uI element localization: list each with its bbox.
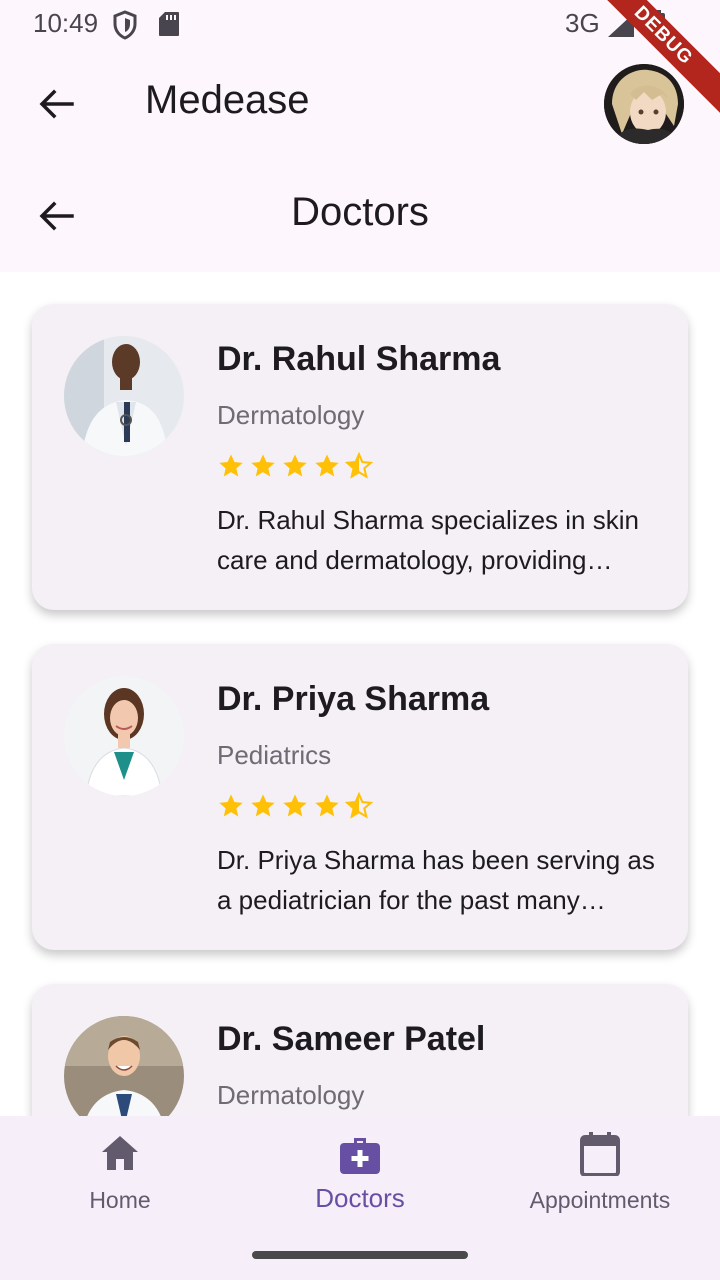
star-icon	[283, 454, 307, 477]
doctor-description: Dr. Rahul Sharma specializes in skin car…	[217, 505, 639, 575]
star-icon	[315, 454, 339, 477]
home-icon	[102, 1136, 138, 1170]
network-type: 3G	[565, 8, 600, 38]
back-button[interactable]	[32, 80, 80, 128]
star-icon	[251, 454, 275, 477]
star-icon	[219, 794, 243, 817]
status-bar: 10:49 3G	[0, 0, 720, 52]
doctor-description: Dr. Priya Sharma has been serving as a p…	[217, 845, 655, 915]
rating-stars	[217, 792, 373, 820]
star-icon	[315, 794, 339, 817]
home-indicator[interactable]	[252, 1251, 468, 1259]
doctor-name: Dr. Rahul Sharma	[217, 340, 501, 378]
nav-home[interactable]: Home	[0, 1116, 240, 1236]
calendar-icon	[580, 1132, 620, 1176]
nav-doctors-label: Doctors	[315, 1183, 405, 1213]
nav-appointments[interactable]: Appointments	[480, 1116, 720, 1236]
star-half-icon	[345, 452, 373, 479]
doctor-specialty: Dermatology	[217, 1080, 365, 1110]
doctor-photo	[64, 676, 184, 796]
doctor-specialty: Dermatology	[217, 400, 365, 430]
doctor-photo	[64, 336, 184, 456]
star-half-icon	[345, 792, 373, 819]
doctor-list[interactable]: Dr. Rahul Sharma Dermatology Dr. Rahul S…	[0, 272, 720, 1116]
app-title: Medease	[145, 78, 310, 122]
sd-card-icon	[158, 11, 180, 42]
medical-bag-icon	[340, 1138, 380, 1174]
app-bar: Medease Doctors	[0, 52, 720, 272]
doctor-card[interactable]: Dr. Sameer Patel Dermatology	[32, 984, 688, 1116]
arrow-back-icon	[39, 89, 74, 119]
star-icon	[283, 794, 307, 817]
status-time: 10:49	[33, 8, 99, 38]
shield-icon	[112, 10, 138, 45]
doctor-card[interactable]: Dr. Priya Sharma Pediatrics Dr. Priya Sh…	[32, 644, 688, 950]
doctor-name: Dr. Priya Sharma	[217, 680, 490, 718]
nav-home-label: Home	[89, 1187, 151, 1213]
user-avatar[interactable]	[604, 64, 684, 144]
doctor-photo	[64, 1016, 184, 1116]
doctor-card[interactable]: Dr. Rahul Sharma Dermatology Dr. Rahul S…	[32, 304, 688, 610]
doctor-name: Dr. Sameer Patel	[217, 1020, 486, 1058]
star-icon	[251, 794, 275, 817]
rating-stars	[217, 452, 373, 480]
page-title: Doctors	[291, 190, 429, 234]
star-icon	[219, 454, 243, 477]
nav-doctors[interactable]: Doctors	[240, 1116, 480, 1236]
nav-appointments-label: Appointments	[529, 1187, 671, 1213]
doctor-specialty: Pediatrics	[217, 740, 332, 770]
